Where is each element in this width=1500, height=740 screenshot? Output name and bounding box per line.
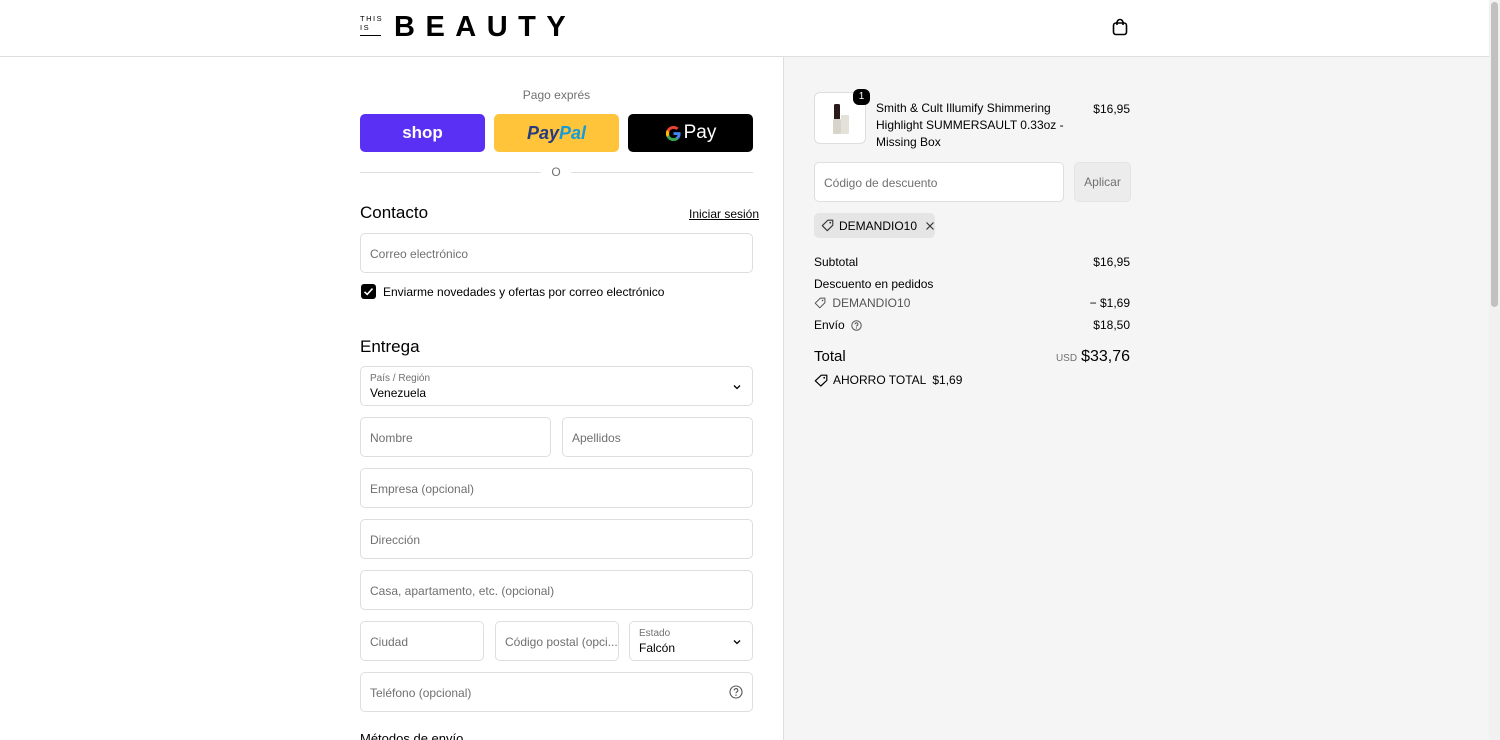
apply-label: Aplicar [1084, 175, 1121, 189]
page-scrollbar[interactable] [1489, 0, 1500, 740]
logo-main-text: BEAUTY [394, 11, 577, 43]
google-pay-button[interactable]: Pay [628, 114, 753, 152]
tag-icon [814, 297, 826, 309]
express-checkout-title: Pago exprés [522, 88, 591, 102]
country-label: País / Región [370, 373, 431, 384]
logo-rule [360, 35, 381, 36]
discount-code-label: DEMANDIO10 [832, 296, 911, 310]
help-circle-icon[interactable] [729, 685, 743, 699]
scrollbar-thumb[interactable] [1491, 2, 1498, 307]
discount-code-placeholder: Código de descuento [824, 176, 938, 190]
paypal-label-pal: Pal [559, 122, 587, 143]
header: THIS IS BEAUTY [0, 0, 1489, 57]
delivery-title: Entrega [360, 337, 420, 356]
first-name-placeholder: Nombre [370, 431, 413, 445]
state-label: Estado [639, 628, 671, 639]
shipping-row: Envío $18,50 [814, 318, 1130, 332]
google-g-icon [665, 125, 681, 141]
newsletter-label: Enviarme novedades y ofertas por correo … [383, 285, 665, 299]
paypal-label-pay: Pay [526, 122, 559, 143]
logo-small-text: THIS IS [360, 14, 390, 36]
address-placeholder: Dirección [370, 533, 421, 547]
company-placeholder: Empresa (opcional) [370, 482, 475, 496]
applied-code-text: DEMANDIO10 [838, 218, 918, 233]
country-select[interactable]: País / Región Venezuela [360, 366, 753, 406]
city-placeholder: Ciudad [370, 635, 409, 649]
contact-title: Contacto [360, 203, 429, 222]
subtotal-value: $16,95 [1093, 255, 1130, 269]
email-field[interactable]: Correo electrónico [360, 233, 753, 273]
store-logo[interactable]: THIS IS BEAUTY [360, 11, 577, 43]
state-select[interactable]: Estado Falcón [629, 621, 753, 661]
newsletter-checkbox[interactable] [361, 284, 376, 299]
help-circle-icon[interactable] [851, 320, 862, 331]
email-placeholder: Correo electrónico [370, 247, 469, 261]
google-pay-label: Pay [683, 122, 717, 143]
applied-discount-chip: DEMANDIO10 [814, 213, 935, 238]
savings-value: $1,69 [932, 373, 963, 387]
company-field[interactable]: Empresa (opcional) [360, 468, 753, 508]
chevron-down-icon [733, 385, 741, 390]
subtotal-row: Subtotal $16,95 [814, 255, 1130, 269]
quantity-badge: 1 [853, 89, 870, 105]
total-row: Total USD $33,76 [814, 348, 1130, 365]
tag-icon [821, 219, 834, 232]
paypal-button[interactable]: Pay Pal [494, 114, 619, 152]
order-discount-row: Descuento en pedidos [814, 277, 1130, 291]
divider-right [571, 172, 753, 173]
total-label: Total [814, 348, 846, 365]
apartment-placeholder: Casa, apartamento, etc. (opcional) [370, 584, 555, 598]
checkmark-icon [363, 288, 374, 296]
address-field[interactable]: Dirección [360, 519, 753, 559]
shop-pay-label: shop [402, 123, 443, 142]
phone-placeholder: Teléfono (opcional) [370, 686, 472, 700]
logo-small-bottom: IS [360, 23, 371, 32]
apply-discount-button[interactable]: Aplicar [1074, 162, 1131, 202]
phone-field[interactable]: Teléfono (opcional) [360, 672, 753, 712]
first-name-field[interactable]: Nombre [360, 417, 551, 457]
product-price: $16,95 [1093, 102, 1130, 116]
order-discount-label: Descuento en pedidos [814, 277, 934, 291]
discount-value: − $1,69 [1089, 296, 1130, 310]
total-value: $33,76 [1081, 348, 1130, 365]
product-name: Smith & Cult Illumify Shimmering Highlig… [876, 101, 1064, 149]
shipping-value: $18,50 [1093, 318, 1130, 332]
divider-or: O [551, 165, 561, 179]
last-name-field[interactable]: Apellidos [562, 417, 753, 457]
shop-pay-button[interactable]: shop [360, 114, 485, 152]
checkout-form: Pago exprés shop Pay Pal Pay O Contacto I… [0, 57, 783, 740]
city-field[interactable]: Ciudad [360, 621, 484, 661]
country-value: Venezuela [370, 386, 427, 400]
login-link[interactable]: Iniciar sesión [689, 207, 759, 221]
savings-label: AHORRO TOTAL [833, 373, 927, 387]
shopping-bag-icon[interactable] [1111, 18, 1129, 36]
currency-code: USD [1055, 353, 1078, 364]
shipping-label: Envío [814, 318, 845, 332]
last-name-placeholder: Apellidos [572, 431, 621, 445]
divider-left [360, 172, 541, 173]
total-savings: AHORRO TOTAL $1,69 [814, 373, 962, 387]
postal-code-field[interactable]: Código postal (opci... [495, 621, 619, 661]
logo-small-top: THIS [360, 14, 384, 23]
discount-code-input[interactable]: Código de descuento [814, 162, 1064, 202]
tag-icon [814, 374, 828, 387]
close-icon[interactable] [925, 221, 935, 231]
chevron-down-icon [733, 640, 741, 645]
discount-code-row: DEMANDIO10 − $1,69 [814, 296, 1130, 310]
postal-code-placeholder: Código postal (opci... [505, 635, 618, 649]
total-amount: USD $33,76 [1056, 348, 1130, 366]
apartment-field[interactable]: Casa, apartamento, etc. (opcional) [360, 570, 753, 610]
order-summary: 1 Smith & Cult Illumify Shimmering Highl… [783, 57, 1489, 740]
state-value: Falcón [639, 641, 676, 655]
shipping-methods-title: Métodos de envío [360, 731, 464, 740]
subtotal-label: Subtotal [814, 255, 859, 269]
